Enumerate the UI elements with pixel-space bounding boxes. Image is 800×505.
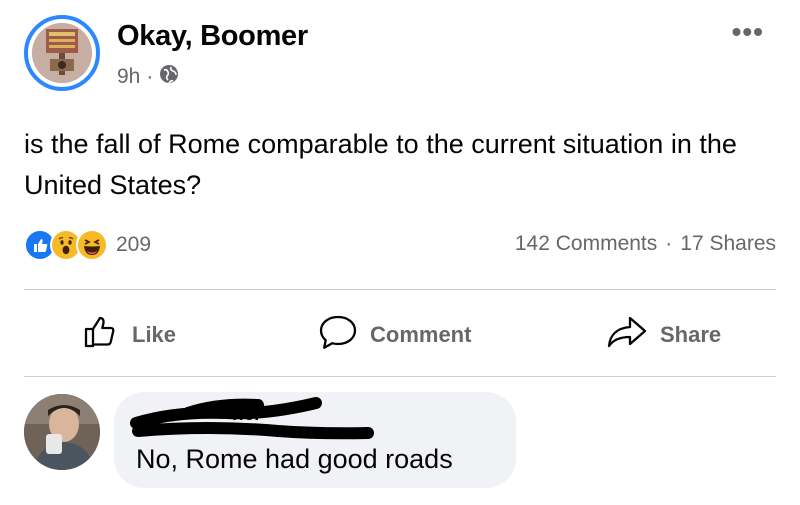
comment-label: Comment bbox=[370, 322, 472, 347]
reactions-summary[interactable]: 209 bbox=[24, 228, 151, 262]
like-button[interactable]: Like bbox=[82, 313, 176, 357]
commenter-photo bbox=[24, 394, 100, 470]
post-meta: 9h · bbox=[117, 64, 179, 90]
comment-text: No, Rome had good roads bbox=[136, 444, 453, 474]
counts-separator: · bbox=[665, 232, 673, 255]
comment-button[interactable]: Comment bbox=[318, 313, 471, 357]
divider-bottom bbox=[24, 376, 776, 377]
reaction-count[interactable]: 209 bbox=[116, 233, 151, 257]
post-time[interactable]: 9h bbox=[117, 65, 140, 89]
meta-separator: · bbox=[146, 65, 154, 88]
thumbs-up-icon bbox=[82, 313, 120, 357]
more-options-button[interactable]: ••• bbox=[732, 16, 764, 48]
page-name[interactable]: Okay, Boomer bbox=[117, 20, 308, 53]
share-label: Share bbox=[660, 322, 722, 347]
shares-count-link[interactable]: 17 Shares bbox=[680, 232, 776, 256]
haha-icon bbox=[76, 229, 108, 261]
redaction-scribble bbox=[130, 397, 374, 440]
engagement-counts: 142 Comments · 17 Shares bbox=[515, 232, 776, 256]
like-label: Like bbox=[132, 322, 177, 347]
share-arrow-icon bbox=[606, 313, 648, 357]
comments-count-link[interactable]: 142 Comments bbox=[515, 232, 657, 256]
commenter-avatar[interactable] bbox=[24, 394, 100, 470]
post-text: is the fall of Rome comparable to the cu… bbox=[24, 129, 737, 200]
divider-top bbox=[24, 289, 776, 290]
page-avatar[interactable] bbox=[32, 23, 92, 83]
comment-icon bbox=[318, 313, 358, 357]
share-button[interactable]: Share bbox=[606, 313, 721, 357]
page-avatar-image bbox=[32, 23, 92, 83]
globe-icon bbox=[159, 64, 179, 90]
